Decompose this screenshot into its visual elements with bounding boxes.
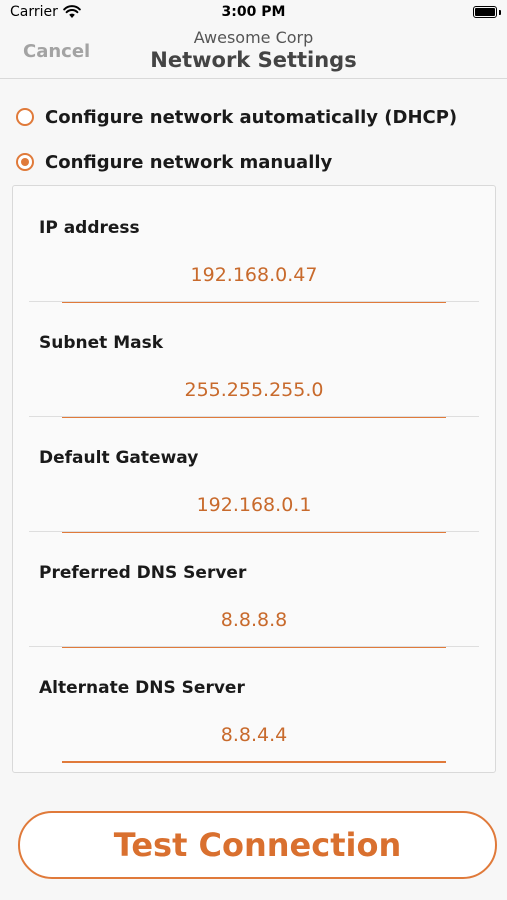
divider — [29, 531, 479, 532]
ip-address-field: IP address — [13, 186, 495, 303]
dhcp-option[interactable]: Configure network automatically (DHCP) — [16, 104, 457, 130]
alternate-dns-field: Alternate DNS Server — [13, 646, 495, 763]
manual-option-label: Configure network manually — [45, 151, 333, 173]
ip-address-label: IP address — [39, 218, 140, 238]
manual-radio[interactable] — [16, 153, 34, 171]
manual-settings-card: IP address Subnet Mask Default Gateway P… — [12, 185, 496, 773]
status-bar: Carrier 3:00 PM — [0, 0, 507, 26]
dhcp-option-label: Configure network automatically (DHCP) — [45, 106, 458, 128]
test-connection-button[interactable]: Test Connection — [18, 811, 497, 879]
nav-subtitle: Awesome Corp — [193, 28, 314, 47]
preferred-dns-input[interactable] — [62, 604, 446, 636]
divider — [29, 301, 479, 302]
nav-bar: Cancel Awesome Corp Network Settings — [0, 26, 507, 79]
alternate-dns-underline — [62, 761, 446, 763]
default-gateway-field: Default Gateway — [13, 416, 495, 533]
default-gateway-label: Default Gateway — [39, 448, 199, 468]
battery-icon — [473, 6, 497, 18]
default-gateway-input[interactable] — [62, 489, 446, 521]
alternate-dns-label: Alternate DNS Server — [39, 678, 245, 698]
clock: 3:00 PM — [221, 4, 286, 20]
preferred-dns-label: Preferred DNS Server — [39, 563, 247, 583]
subnet-mask-label: Subnet Mask — [39, 333, 164, 353]
manual-option[interactable]: Configure network manually — [16, 149, 332, 175]
alternate-dns-input[interactable] — [62, 719, 446, 751]
divider — [29, 416, 479, 417]
subnet-mask-field: Subnet Mask — [13, 301, 495, 418]
dhcp-radio[interactable] — [16, 108, 34, 126]
divider — [29, 646, 479, 647]
battery-cap — [499, 10, 501, 15]
subnet-mask-input[interactable] — [62, 374, 446, 406]
page-title: Network Settings — [150, 48, 357, 72]
ip-address-input[interactable] — [62, 259, 446, 291]
preferred-dns-field: Preferred DNS Server — [13, 531, 495, 648]
